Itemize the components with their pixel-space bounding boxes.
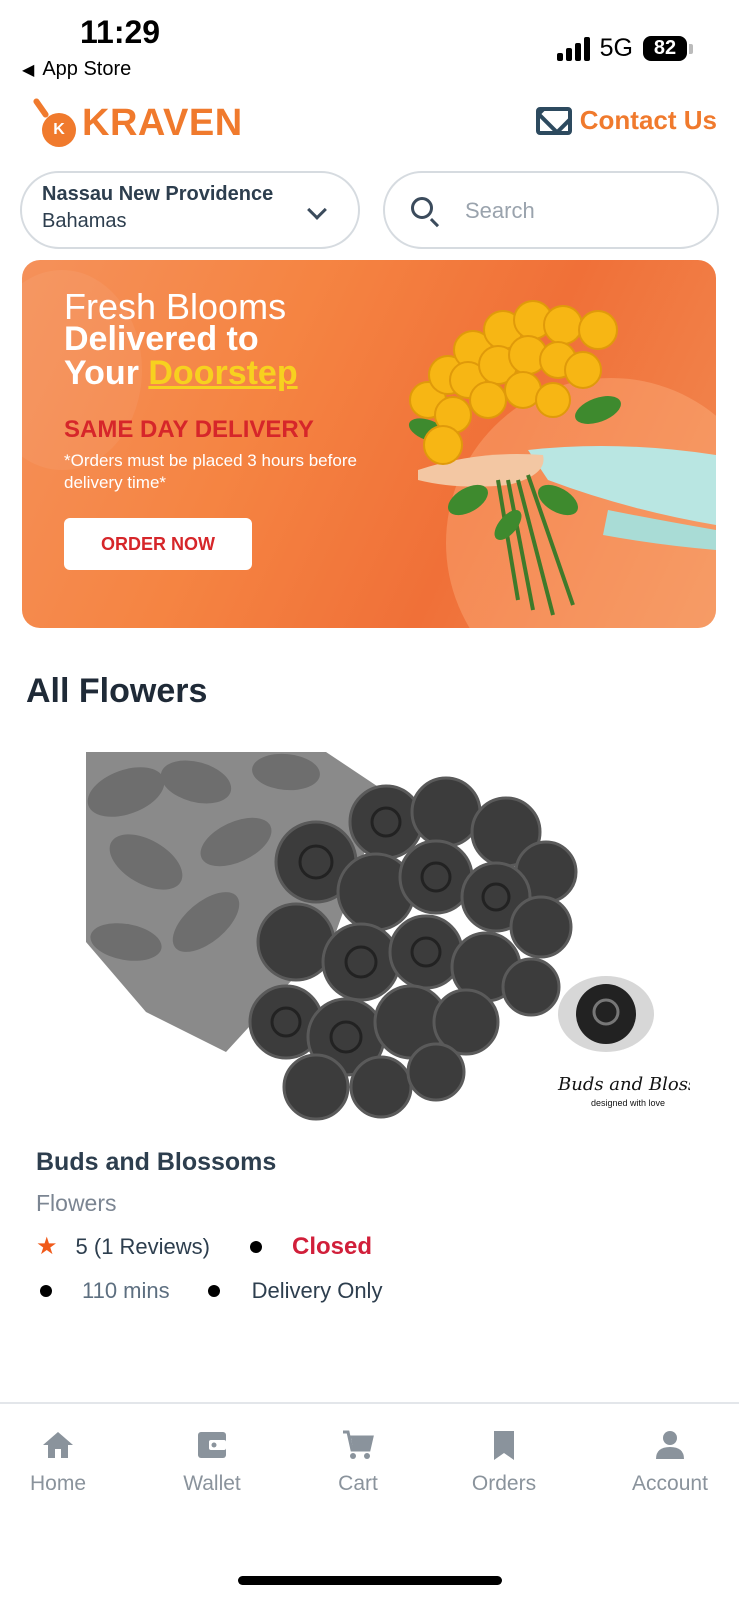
location-city: Nassau New Providence (42, 183, 274, 205)
delivery-mode: Delivery Only (251, 1278, 383, 1303)
order-now-button[interactable]: ORDER NOW (64, 518, 252, 570)
bottom-nav: Home Wallet Cart Orders Account (0, 1402, 739, 1600)
nav-account[interactable]: Account (610, 1428, 730, 1496)
battery-icon: 82 (643, 36, 693, 61)
status-bar: 11:29 ◀ App Store 5G 82 (0, 0, 739, 90)
search-bar[interactable] (383, 171, 719, 249)
bookmark-icon (494, 1431, 514, 1460)
brand-name: KRAVEN (82, 101, 243, 144)
status-indicators: 5G 82 (556, 34, 693, 63)
nav-wallet-label: Wallet (183, 1472, 241, 1495)
star-icon: ★ (36, 1233, 58, 1260)
account-icon (656, 1431, 684, 1459)
network-label: 5G (599, 34, 633, 62)
clock: 11:29 (80, 14, 161, 50)
wallet-icon (198, 1432, 226, 1458)
mail-icon (535, 106, 572, 135)
nav-cart[interactable]: Cart (298, 1428, 418, 1496)
product-image[interactable]: Buds and Blossoms designed with love (86, 752, 734, 1124)
banner-line3: Your Doorstep (64, 354, 298, 392)
location-country: Bahamas (42, 210, 127, 232)
store-delivery-row: 110 mins Delivery Only (40, 1278, 382, 1304)
nav-orders[interactable]: Orders (444, 1428, 564, 1496)
watermark-brand: Buds and Blossoms (557, 1074, 690, 1095)
black-roses-image: Buds and Blossoms designed with love (86, 752, 734, 1121)
separator-dot (250, 1240, 262, 1253)
nav-home[interactable]: Home (0, 1428, 118, 1496)
nav-home-label: Home (29, 1472, 87, 1495)
nav-wallet[interactable]: Wallet (152, 1428, 272, 1496)
back-label: App Store (42, 58, 132, 80)
cart-icon (343, 1430, 374, 1459)
battery-level: 82 (643, 36, 687, 61)
separator-dot (207, 1285, 220, 1297)
pan-logo-icon: K (32, 95, 76, 151)
search-icon (411, 197, 433, 219)
status-badge: Closed (292, 1232, 373, 1260)
watermark-sub: designed with love (591, 1098, 665, 1108)
contact-label: Contact Us (579, 105, 717, 135)
promo-banner[interactable]: Fresh Blooms Delivered to Your Doorstep … (22, 260, 716, 628)
delivery-time: 110 mins (82, 1278, 170, 1303)
banner-highlight: Doorstep (148, 354, 298, 392)
separator-dot (40, 1285, 52, 1297)
nav-cart-label: Cart (338, 1472, 378, 1495)
kraven-logo[interactable]: K KRAVEN (32, 95, 243, 151)
banner-note: *Orders must be placed 3 hours before de… (64, 451, 357, 492)
rating-text: 5 (1 Reviews) (75, 1233, 210, 1259)
contact-us-button[interactable]: Contact Us (535, 105, 717, 136)
rose-bouquet-image (408, 300, 716, 616)
search-input[interactable] (465, 191, 695, 231)
section-title: All Flowers (26, 672, 208, 710)
back-to-app-store[interactable]: ◀ App Store (22, 58, 131, 81)
nav-account-label: Account (632, 1472, 708, 1495)
back-arrow-icon: ◀ (22, 61, 35, 79)
home-icon (43, 1432, 73, 1458)
store-name[interactable]: Buds and Blossoms (36, 1148, 276, 1177)
home-indicator[interactable] (238, 1576, 502, 1585)
store-category: Flowers (36, 1190, 117, 1216)
location-selector[interactable]: Nassau New Providence Bahamas (20, 171, 360, 249)
store-meta-row: ★ 5 (1 Reviews) Closed (36, 1232, 372, 1261)
signal-icon (556, 36, 590, 61)
nav-orders-label: Orders (471, 1472, 537, 1495)
app-header: K KRAVEN Contact Us (0, 95, 739, 155)
same-day-delivery-text: SAME DAY DELIVERY (64, 416, 314, 443)
